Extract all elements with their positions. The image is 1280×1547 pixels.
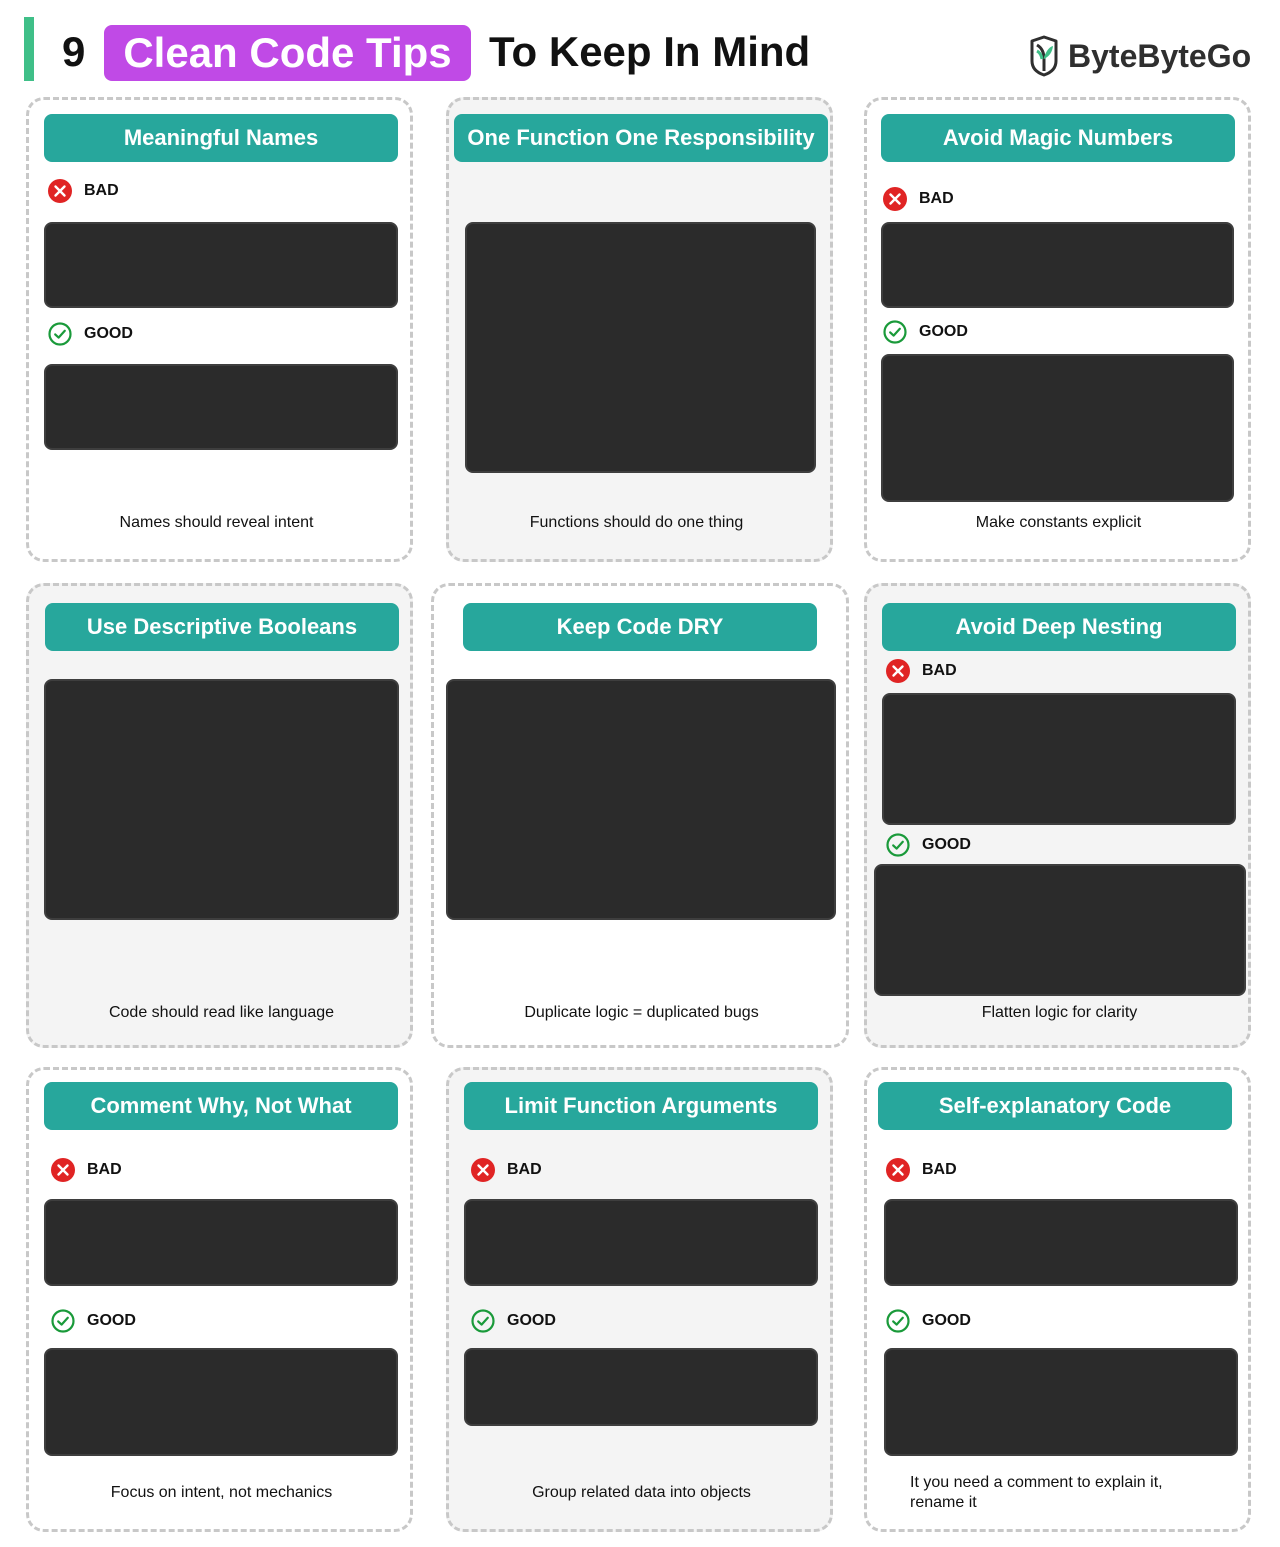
code-block (446, 679, 836, 920)
good-label: GOOD (51, 1309, 136, 1333)
bad-x-icon (48, 179, 72, 203)
bad-label-text: BAD (922, 662, 957, 679)
good-code-block (881, 354, 1234, 502)
card-caption: Functions should do one thing (529, 514, 744, 531)
good-check-icon (883, 320, 907, 344)
good-check-icon (48, 322, 72, 346)
good-label-text: GOOD (84, 325, 133, 342)
card-one-function-one-responsibility: One Function One Responsibility Function… (446, 97, 833, 562)
title-accent-bar (24, 17, 34, 81)
bad-code-block (881, 222, 1234, 308)
card-caption: Make constants explicit (975, 514, 1142, 531)
card-title: Use Descriptive Booleans (45, 603, 399, 651)
card-self-explanatory-code: Self-explanatory Code BAD GOOD It you ne… (864, 1067, 1251, 1532)
bad-label-text: BAD (507, 1161, 542, 1178)
card-title: Avoid Magic Numbers (881, 114, 1235, 162)
card-title: Limit Function Arguments (464, 1082, 818, 1130)
bad-x-icon (886, 659, 910, 683)
bad-label: BAD (48, 179, 119, 203)
good-code-block (464, 1348, 818, 1426)
card-caption: Code should read like language (108, 1004, 335, 1021)
card-title: Comment Why, Not What (44, 1082, 398, 1130)
bad-label-text: BAD (87, 1161, 122, 1178)
bad-code-block (44, 222, 398, 308)
bad-label: BAD (886, 659, 957, 683)
good-label-text: GOOD (919, 323, 968, 340)
card-caption: Group related data into objects (532, 1484, 751, 1501)
bad-label: BAD (883, 187, 954, 211)
card-avoid-deep-nesting: Avoid Deep Nesting BAD GOOD Flatten logi… (864, 583, 1251, 1048)
good-check-icon (51, 1309, 75, 1333)
card-title: Self-explanatory Code (878, 1082, 1232, 1130)
card-caption: Flatten logic for clarity (981, 1004, 1138, 1021)
good-check-icon (886, 1309, 910, 1333)
bad-label-text: BAD (919, 190, 954, 207)
code-block (44, 679, 399, 920)
good-code-block (884, 1348, 1238, 1456)
card-meaningful-names: Meaningful Names BAD GOOD Names should r… (26, 97, 413, 562)
good-label-text: GOOD (507, 1312, 556, 1329)
good-label-text: GOOD (87, 1312, 136, 1329)
code-block (465, 222, 816, 473)
good-code-block (44, 364, 398, 450)
bad-label: BAD (471, 1158, 542, 1182)
card-avoid-magic-numbers: Avoid Magic Numbers BAD GOOD Make consta… (864, 97, 1251, 562)
title-highlight: Clean Code Tips (104, 25, 471, 81)
card-comment-why-not-what: Comment Why, Not What BAD GOOD Focus on … (26, 1067, 413, 1532)
bad-x-icon (886, 1158, 910, 1182)
card-caption: Duplicate logic = duplicated bugs (524, 1004, 759, 1021)
card-keep-code-dry: Keep Code DRY Duplicate logic = duplicat… (431, 583, 849, 1048)
bad-x-icon (883, 187, 907, 211)
card-use-descriptive-booleans: Use Descriptive Booleans Code should rea… (26, 583, 413, 1048)
card-title: Keep Code DRY (463, 603, 817, 651)
card-caption: Names should reveal intent (119, 514, 314, 531)
bytebytego-logo-icon (1030, 35, 1058, 77)
good-label: GOOD (883, 320, 968, 344)
title-number: 9 (62, 28, 86, 75)
bad-code-block (464, 1199, 818, 1286)
brand: ByteByteGo (1028, 33, 1251, 79)
bad-code-block (44, 1199, 398, 1286)
good-check-icon (471, 1309, 495, 1333)
bad-label-text: BAD (922, 1161, 957, 1178)
brand-name: ByteByteGo (1068, 38, 1252, 74)
card-title: Avoid Deep Nesting (882, 603, 1236, 651)
good-code-block (44, 1348, 398, 1456)
good-label: GOOD (886, 1309, 971, 1333)
bad-code-block (884, 1199, 1238, 1286)
bad-x-icon (51, 1158, 75, 1182)
card-title: One Function One Responsibility (454, 114, 828, 162)
good-label-text: GOOD (922, 1312, 971, 1329)
good-label: GOOD (471, 1309, 556, 1333)
card-limit-function-arguments: Limit Function Arguments BAD GOOD Group … (446, 1067, 833, 1532)
card-title: Meaningful Names (44, 114, 398, 162)
good-check-icon (886, 833, 910, 857)
good-label: GOOD (886, 833, 971, 857)
title-text: To Keep In Mind (489, 28, 811, 75)
good-code-block (874, 864, 1246, 996)
card-caption: Focus on intent, not mechanics (110, 1484, 333, 1501)
bad-label-text: BAD (84, 182, 119, 199)
good-label-text: GOOD (922, 836, 971, 853)
bad-x-icon (471, 1158, 495, 1182)
bad-label: BAD (886, 1158, 957, 1182)
card-caption: It you need a comment to explain it, ren… (910, 1474, 1163, 1511)
bad-label: BAD (51, 1158, 122, 1182)
bad-code-block (882, 693, 1236, 825)
good-label: GOOD (48, 322, 133, 346)
